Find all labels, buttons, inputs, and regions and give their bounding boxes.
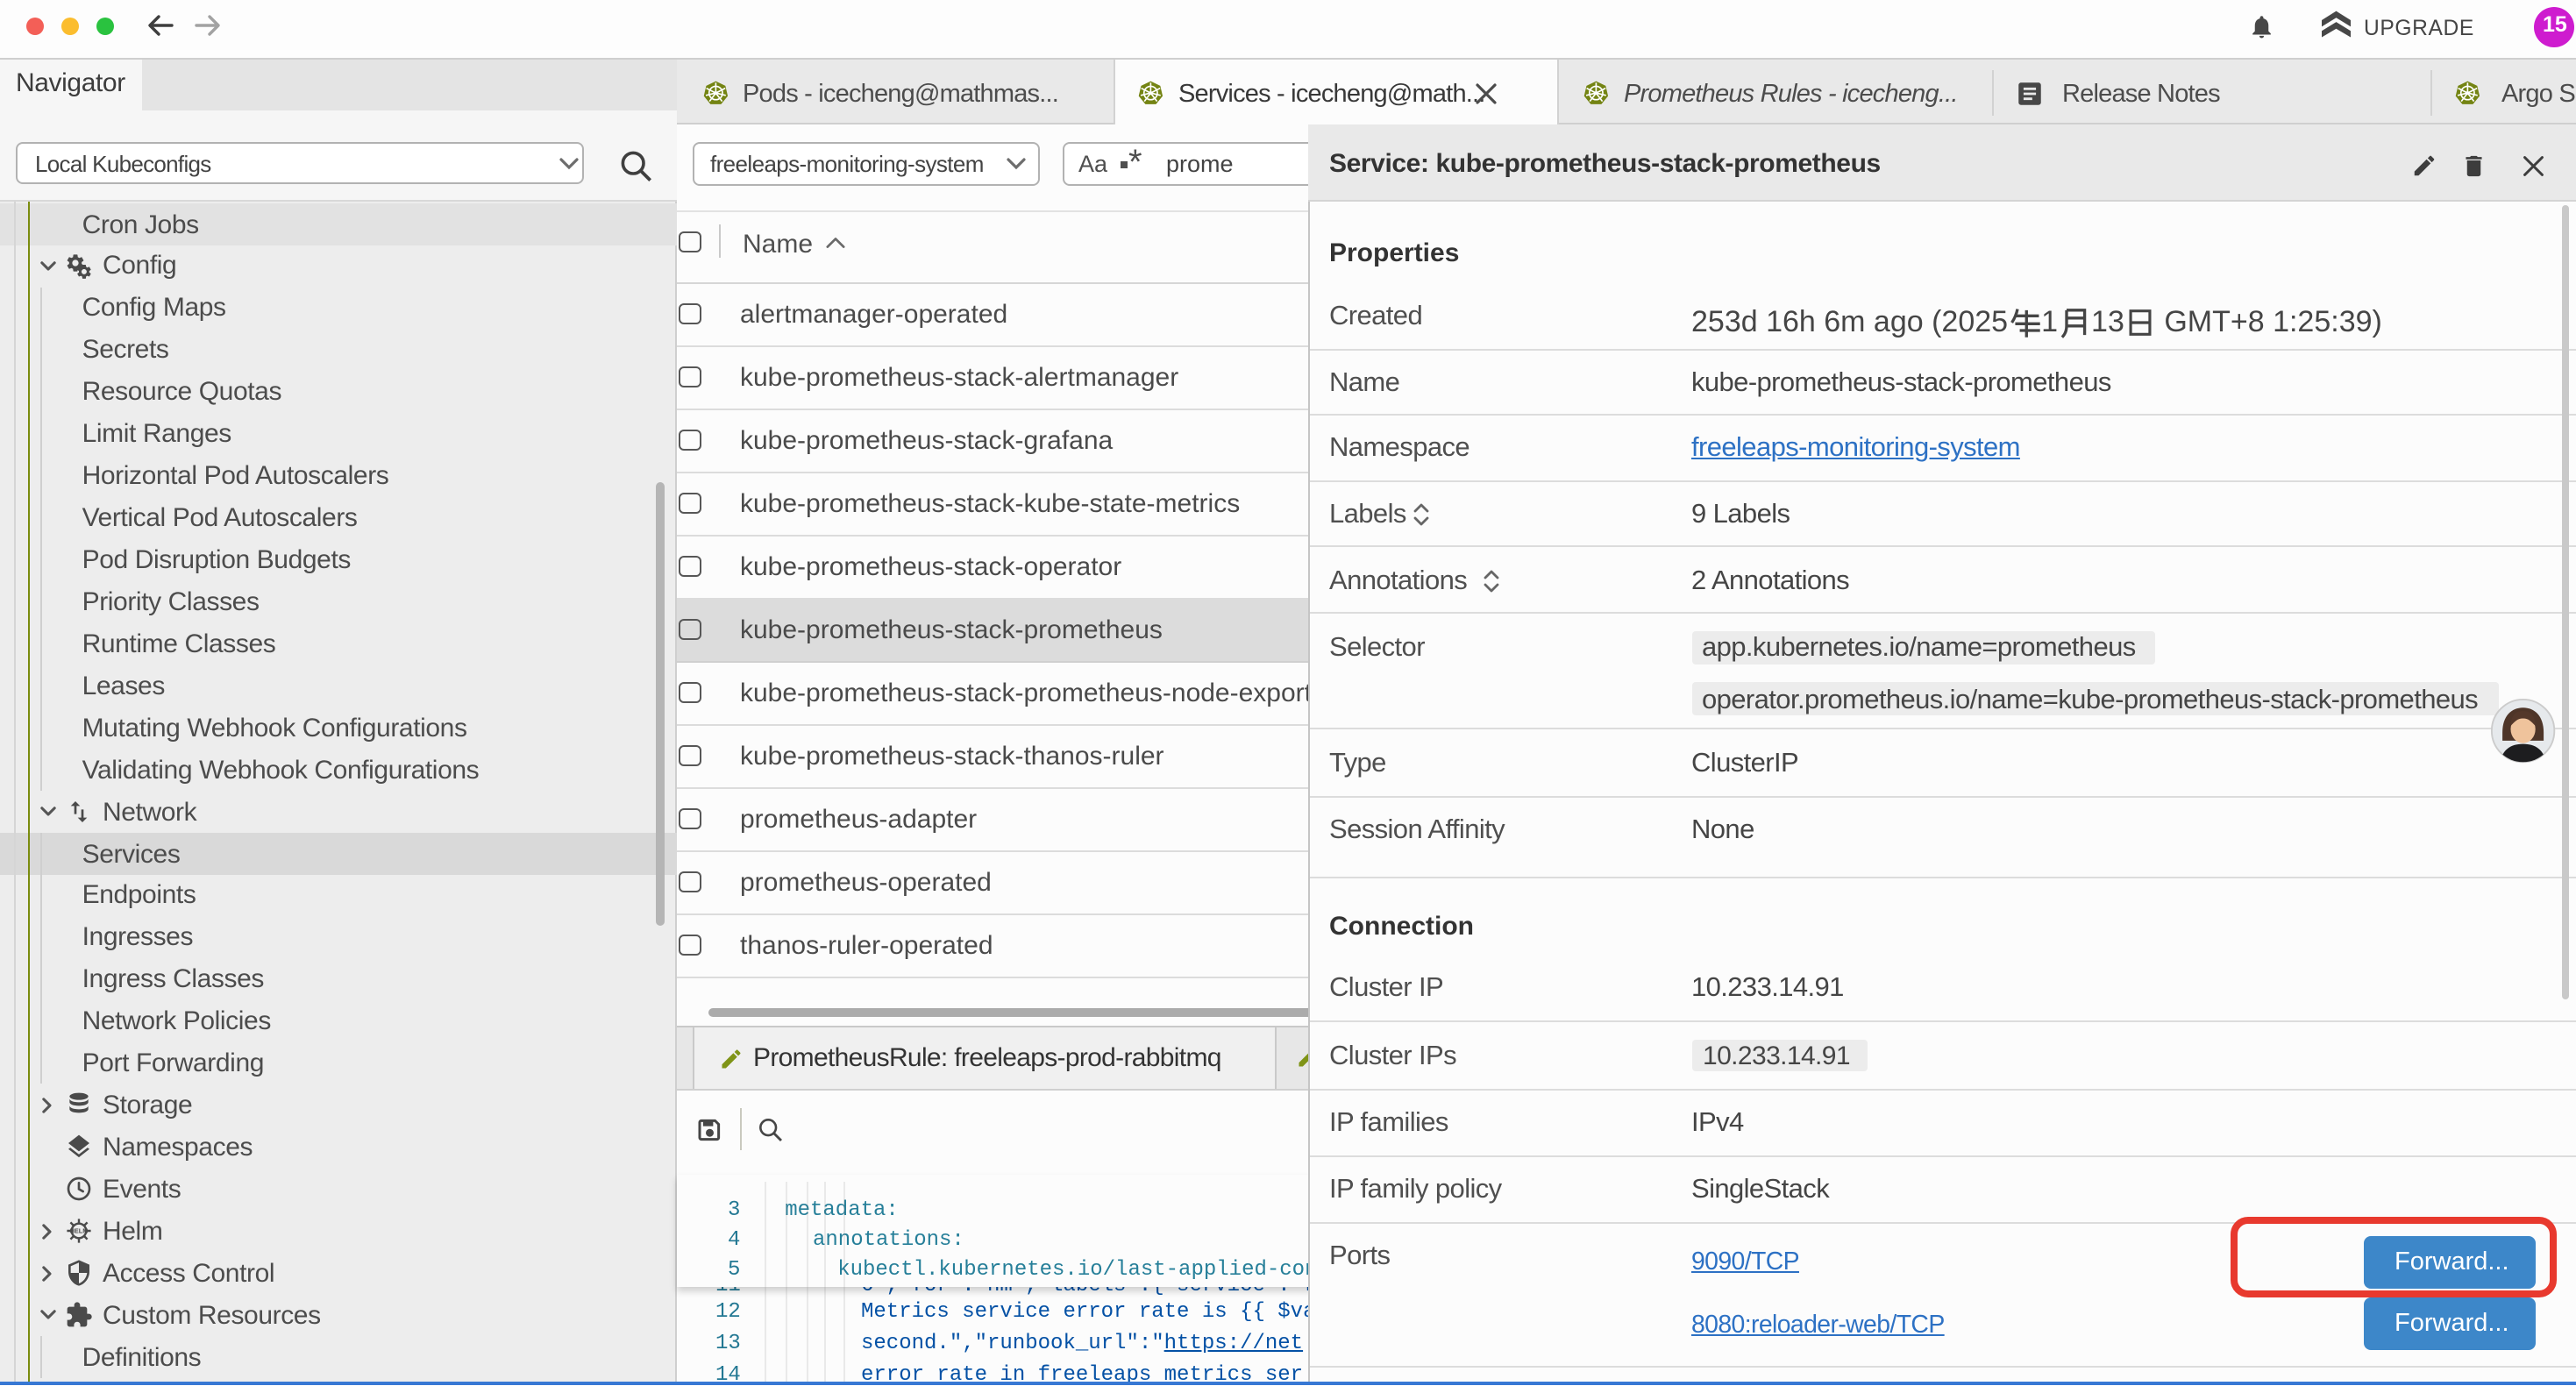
svg-text:HELM: HELM [70, 1227, 89, 1235]
